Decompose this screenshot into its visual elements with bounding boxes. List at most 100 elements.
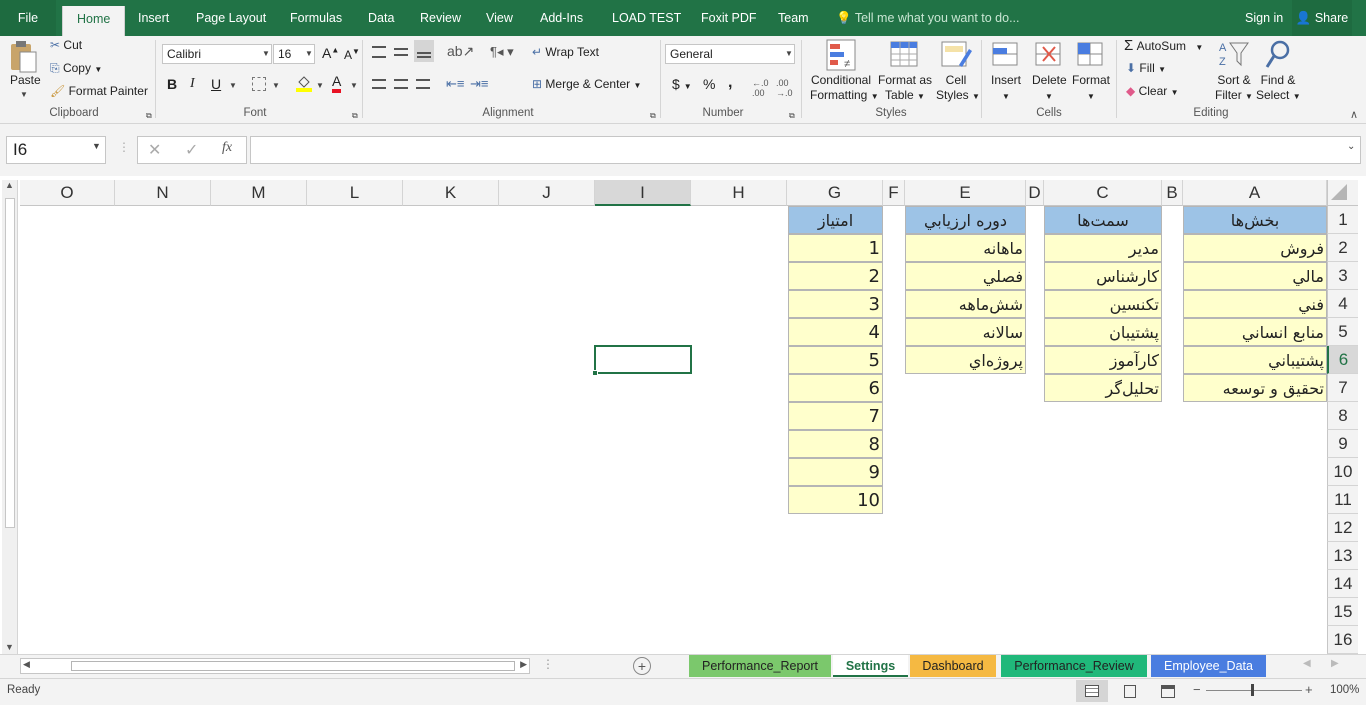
fill-button[interactable]: ⬇ Fill ▼ xyxy=(1126,61,1166,75)
chevron-down-icon[interactable]: ▼ xyxy=(305,49,313,58)
row-header[interactable]: 9 xyxy=(1327,430,1358,458)
align-top-icon[interactable] xyxy=(372,46,386,58)
table-cell[interactable]: فصلي xyxy=(905,262,1026,290)
formula-input[interactable] xyxy=(250,136,1361,164)
font-color-button[interactable]: A xyxy=(332,74,342,93)
row-header[interactable]: 11 xyxy=(1327,486,1358,514)
zoom-slider[interactable] xyxy=(1206,690,1302,691)
tab-review[interactable]: Review xyxy=(420,0,461,36)
scroll-left-icon[interactable]: ◀ xyxy=(23,659,30,670)
table-cell[interactable]: فني xyxy=(1183,290,1327,318)
sheet-tab-performance-review[interactable]: Performance_Review xyxy=(1001,655,1147,677)
merge-center-button[interactable]: ⊞ Merge & Center ▼ xyxy=(532,77,641,91)
table-cell[interactable]: 8 xyxy=(788,430,883,458)
horizontal-scrollbar[interactable]: ◀ ▶ xyxy=(20,658,530,674)
share-button[interactable]: 👤 Share xyxy=(1292,0,1352,36)
tab-team[interactable]: Team xyxy=(778,0,809,36)
currency-button[interactable]: $ ▼ xyxy=(672,76,692,92)
wrap-text-button[interactable]: ↵ Wrap Text xyxy=(532,45,599,59)
chevron-down-icon[interactable]: ▼ xyxy=(92,141,101,151)
row-header[interactable]: 10 xyxy=(1327,458,1358,486)
row-header[interactable]: 2 xyxy=(1327,234,1358,262)
zoom-slider-thumb[interactable] xyxy=(1251,684,1254,696)
sort-filter-icon[interactable]: AZ xyxy=(1218,39,1250,71)
table-a-header[interactable]: بخش‌ها xyxy=(1183,206,1327,234)
percent-button[interactable]: % xyxy=(703,76,715,92)
scroll-tabs-right-icon[interactable]: ▶ xyxy=(1331,658,1339,669)
chevron-down-icon[interactable]: ▼ xyxy=(272,81,280,90)
column-header-n[interactable]: N xyxy=(115,180,211,206)
scroll-tabs-left-icon[interactable]: ◀ xyxy=(1303,658,1311,669)
format-painter-button[interactable]: 🖌 Format Painter xyxy=(50,84,148,98)
dialog-launcher-icon[interactable]: ⧉ xyxy=(146,111,152,121)
insert-function-button[interactable]: fx xyxy=(222,140,232,156)
chevron-down-icon[interactable]: ▼ xyxy=(262,49,270,58)
name-box[interactable]: I6 xyxy=(6,136,106,164)
decrease-decimal-icon[interactable]: .00 →.0 xyxy=(776,78,793,98)
table-cell[interactable]: كارآموز xyxy=(1044,346,1162,374)
column-header-f[interactable]: F xyxy=(883,180,905,206)
enter-check-icon[interactable]: ✓ xyxy=(185,140,198,160)
dialog-launcher-icon[interactable]: ⧉ xyxy=(650,111,656,121)
table-cell[interactable]: مدير xyxy=(1044,234,1162,262)
tell-me-box[interactable]: 💡 Tell me what you want to do... xyxy=(836,0,1020,36)
number-format-box[interactable]: General xyxy=(665,44,795,64)
insert-cells-icon[interactable] xyxy=(990,39,1020,71)
column-header-d[interactable]: D xyxy=(1026,180,1044,206)
format-as-table-button[interactable]: Format as Table ▼ xyxy=(877,73,933,104)
sheet-tab-settings[interactable]: Settings xyxy=(833,655,908,677)
fill-handle[interactable] xyxy=(592,370,598,376)
align-left-icon[interactable] xyxy=(372,79,386,89)
format-as-table-icon[interactable] xyxy=(890,39,922,71)
zoom-level[interactable]: 100% xyxy=(1330,684,1359,696)
align-bottom-icon[interactable] xyxy=(414,40,434,62)
column-header-b[interactable]: B xyxy=(1162,180,1183,206)
table-cell[interactable]: تكنسين xyxy=(1044,290,1162,318)
chevron-down-icon[interactable]: ▼ xyxy=(316,81,324,90)
format-cells-icon[interactable] xyxy=(1075,39,1105,71)
table-cell[interactable]: مالي xyxy=(1183,262,1327,290)
row-header[interactable]: 14 xyxy=(1327,570,1358,598)
align-right-icon[interactable] xyxy=(416,79,430,89)
table-cell[interactable]: 4 xyxy=(788,318,883,346)
sign-in-link[interactable]: Sign in xyxy=(1245,0,1283,36)
column-header-g[interactable]: G xyxy=(787,180,883,206)
bold-button[interactable]: B xyxy=(167,76,177,92)
zoom-out-icon[interactable]: − xyxy=(1193,682,1201,697)
conditional-formatting-icon[interactable]: ≠ xyxy=(826,39,856,71)
table-cell[interactable]: تحليل‌گر xyxy=(1044,374,1162,402)
row-header[interactable]: 1 xyxy=(1327,206,1358,234)
tab-file[interactable]: File xyxy=(0,0,56,36)
cancel-icon[interactable]: ✕ xyxy=(148,140,161,160)
column-header-e[interactable]: E xyxy=(905,180,1026,206)
table-c-header[interactable]: سمت‌ها xyxy=(1044,206,1162,234)
select-all-button[interactable] xyxy=(1327,180,1358,206)
table-cell[interactable]: 5 xyxy=(788,346,883,374)
find-select-button[interactable]: Find & Select ▼ xyxy=(1256,73,1301,104)
italic-button[interactable]: I xyxy=(190,76,195,92)
delete-cells-icon[interactable] xyxy=(1033,39,1063,71)
table-cell[interactable]: فروش xyxy=(1183,234,1327,262)
row-header[interactable]: 12 xyxy=(1327,514,1358,542)
decrease-indent-icon[interactable]: ⇤≡ xyxy=(446,76,464,92)
format-cells-button[interactable]: Format ▼ xyxy=(1071,73,1111,104)
column-header-j[interactable]: J xyxy=(499,180,595,206)
column-header-k[interactable]: K xyxy=(403,180,499,206)
table-cell[interactable]: منابع انساني xyxy=(1183,318,1327,346)
delete-cells-button[interactable]: Delete ▼ xyxy=(1032,73,1067,104)
column-header-h[interactable]: H xyxy=(691,180,787,206)
add-sheet-button[interactable]: + xyxy=(633,657,651,675)
tab-home[interactable]: Home xyxy=(62,6,126,36)
table-cell[interactable]: 7 xyxy=(788,402,883,430)
tab-insert[interactable]: Insert xyxy=(138,0,169,36)
table-cell[interactable]: 6 xyxy=(788,374,883,402)
table-cell[interactable]: 2 xyxy=(788,262,883,290)
tab-add-ins[interactable]: Add-Ins xyxy=(540,0,583,36)
scroll-up-icon[interactable]: ▲ xyxy=(5,180,14,190)
vertical-scrollbar[interactable]: ▲ ▼ xyxy=(2,180,18,654)
row-header[interactable]: 5 xyxy=(1327,318,1358,346)
row-header[interactable]: 13 xyxy=(1327,542,1358,570)
row-header[interactable]: 16 xyxy=(1327,626,1358,654)
chevron-down-icon[interactable]: ▼ xyxy=(20,90,28,99)
cut-button[interactable]: ✂ Cut xyxy=(50,38,82,52)
